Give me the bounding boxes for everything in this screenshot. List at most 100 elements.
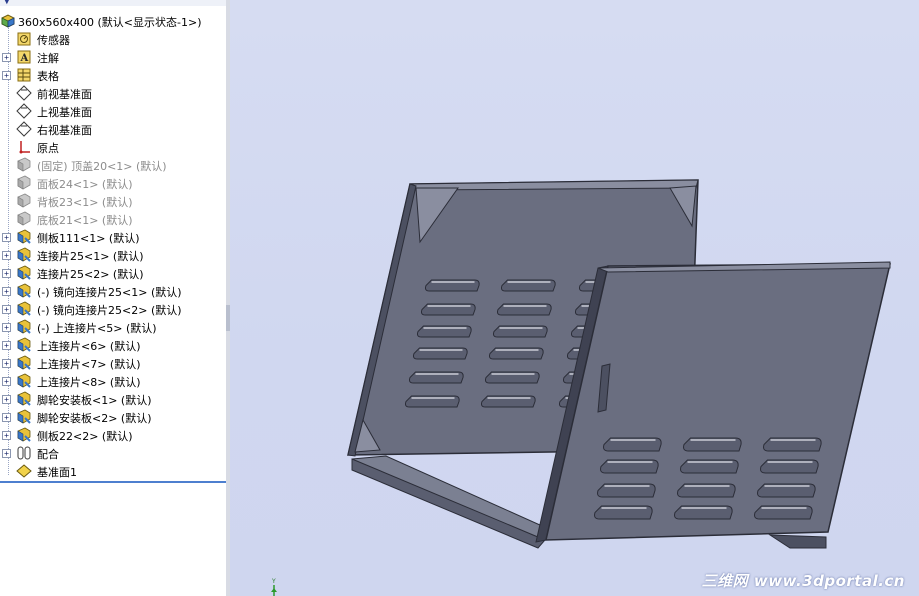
expand-toggle[interactable]: +	[2, 341, 11, 350]
triad-y-label: Y	[271, 578, 276, 585]
graphics-viewport[interactable]: Y 三维网 www.3dportal.cn	[230, 0, 919, 596]
tree-item[interactable]: + 侧板111<1> (默认)	[0, 228, 226, 246]
tree-item[interactable]: + 配合	[0, 444, 226, 462]
tree-item[interactable]: + 表格	[0, 66, 226, 84]
part-icon	[17, 391, 31, 406]
tree-item[interactable]: 前视基准面	[0, 84, 226, 102]
tree-item-label: 侧板111<1> (默认)	[37, 232, 140, 245]
plane-icon	[16, 85, 32, 101]
tree-item-label: 脚轮安装板<1> (默认)	[37, 394, 152, 407]
tree-item-label: 前视基准面	[37, 88, 92, 101]
tree-item[interactable]: + (-) 上连接片<5> (默认)	[0, 318, 226, 336]
expand-toggle[interactable]: +	[2, 359, 11, 368]
tree-item-label: 底板21<1> (默认)	[37, 214, 133, 227]
tree-item[interactable]: + 连接片25<1> (默认)	[0, 246, 226, 264]
part-icon	[17, 193, 31, 208]
tree-item[interactable]: + 脚轮安装板<2> (默认)	[0, 408, 226, 426]
table-icon	[17, 68, 31, 82]
tree-item-label: 注解	[37, 52, 59, 65]
part-icon	[17, 157, 31, 172]
tree-item-label: 侧板22<2> (默认)	[37, 430, 133, 443]
tree-item-label: 上连接片<7> (默认)	[37, 358, 141, 371]
part-icon	[17, 247, 31, 262]
part-icon	[17, 409, 31, 424]
origin-icon	[19, 141, 30, 154]
part-icon	[17, 175, 31, 190]
assembly-icon	[1, 14, 15, 28]
tree-item[interactable]: 上视基准面	[0, 102, 226, 120]
tree-item-label: 上视基准面	[37, 106, 92, 119]
tree-item[interactable]: + 侧板22<2> (默认)	[0, 426, 226, 444]
tree-item[interactable]: 面板24<1> (默认)	[0, 174, 226, 192]
tree-item[interactable]: + 上连接片<8> (默认)	[0, 372, 226, 390]
tree-item-label: (-) 上连接片<5> (默认)	[37, 322, 157, 335]
tree-separator	[0, 481, 226, 483]
tree-item-label: (-) 镜向连接片25<1> (默认)	[37, 286, 182, 299]
tree-item[interactable]: 底板21<1> (默认)	[0, 210, 226, 228]
expand-toggle[interactable]: +	[2, 449, 11, 458]
tree-item-label: 面板24<1> (默认)	[37, 178, 133, 191]
mates-icon	[17, 446, 31, 460]
filter-icon[interactable]: ▼	[3, 0, 11, 6]
part-icon	[17, 355, 31, 370]
watermark-text: 三维网 www.3dportal.cn	[701, 572, 905, 590]
tree-root-label: 360x560x400 (默认<显示状态-1>)	[18, 16, 202, 29]
tree-item[interactable]: + 上连接片<7> (默认)	[0, 354, 226, 372]
tree-item-label: 上连接片<6> (默认)	[37, 340, 141, 353]
tree-item-label: 配合	[37, 448, 59, 461]
part-icon	[17, 283, 31, 298]
expand-toggle[interactable]: +	[2, 53, 11, 62]
tree-item[interactable]: (固定) 顶盖20<1> (默认)	[0, 156, 226, 174]
part-icon	[17, 319, 31, 334]
tree-item[interactable]: 右视基准面	[0, 120, 226, 138]
base-bar-left-top	[351, 455, 562, 541]
tree-toolbar: ▼	[0, 0, 226, 6]
tree-item[interactable]: + 上连接片<6> (默认)	[0, 336, 226, 354]
expand-toggle[interactable]: +	[2, 431, 11, 440]
part-icon	[17, 337, 31, 352]
tree-item-label: 原点	[37, 142, 59, 155]
tree-item-label: 传感器	[37, 34, 70, 47]
tree-item[interactable]: 传感器	[0, 30, 226, 48]
expand-toggle[interactable]: +	[2, 287, 11, 296]
tree-item[interactable]: + 连接片25<2> (默认)	[0, 264, 226, 282]
axis-triad-icon: Y	[271, 578, 277, 596]
expand-toggle[interactable]: +	[2, 323, 11, 332]
tree-item-label: (固定) 顶盖20<1> (默认)	[37, 160, 167, 173]
sensor-icon	[17, 32, 31, 46]
feature-manager-tree: ▼ 360x560x400 (默认<显示状态-1>) 传感器 + A 注解 + 表格前视基…	[0, 0, 227, 596]
expand-toggle[interactable]: +	[2, 377, 11, 386]
base-bar-right	[768, 534, 827, 549]
assembly-model[interactable]	[230, 0, 919, 596]
expand-toggle[interactable]: +	[2, 305, 11, 314]
plane-icon	[16, 121, 32, 137]
expand-toggle[interactable]: +	[2, 71, 11, 80]
annotation-icon: A	[17, 50, 31, 64]
base-bar-left	[351, 458, 546, 549]
tree-item-label: 脚轮安装板<2> (默认)	[37, 412, 152, 425]
part-icon	[17, 229, 31, 244]
expand-toggle[interactable]: +	[2, 413, 11, 422]
expand-toggle[interactable]: +	[2, 269, 11, 278]
tree-item-label: 右视基准面	[37, 124, 92, 137]
tree-item[interactable]: + (-) 镜向连接片25<2> (默认)	[0, 300, 226, 318]
expand-toggle[interactable]: +	[2, 395, 11, 404]
tree-item[interactable]: 原点	[0, 138, 226, 156]
tree-root[interactable]: 360x560x400 (默认<显示状态-1>)	[0, 12, 226, 30]
expand-toggle[interactable]: +	[2, 233, 11, 242]
tree-item[interactable]: + 脚轮安装板<1> (默认)	[0, 390, 226, 408]
tree-item-label: 连接片25<2> (默认)	[37, 268, 144, 281]
svg-text:A: A	[20, 53, 29, 64]
part-icon	[17, 427, 31, 442]
tree-item-label: 基准面1	[37, 466, 77, 479]
expand-toggle[interactable]: +	[2, 251, 11, 260]
part-icon	[17, 211, 31, 226]
plane-yellow-icon	[16, 464, 32, 478]
tree-item[interactable]: + (-) 镜向连接片25<1> (默认)	[0, 282, 226, 300]
tree-item[interactable]: 背板23<1> (默认)	[0, 192, 226, 210]
tree-item-label: (-) 镜向连接片25<2> (默认)	[37, 304, 182, 317]
tree-item[interactable]: 基准面1	[0, 462, 226, 480]
tree-item-label: 表格	[37, 70, 59, 83]
tree-item[interactable]: + A 注解	[0, 48, 226, 66]
part-icon	[17, 265, 31, 280]
